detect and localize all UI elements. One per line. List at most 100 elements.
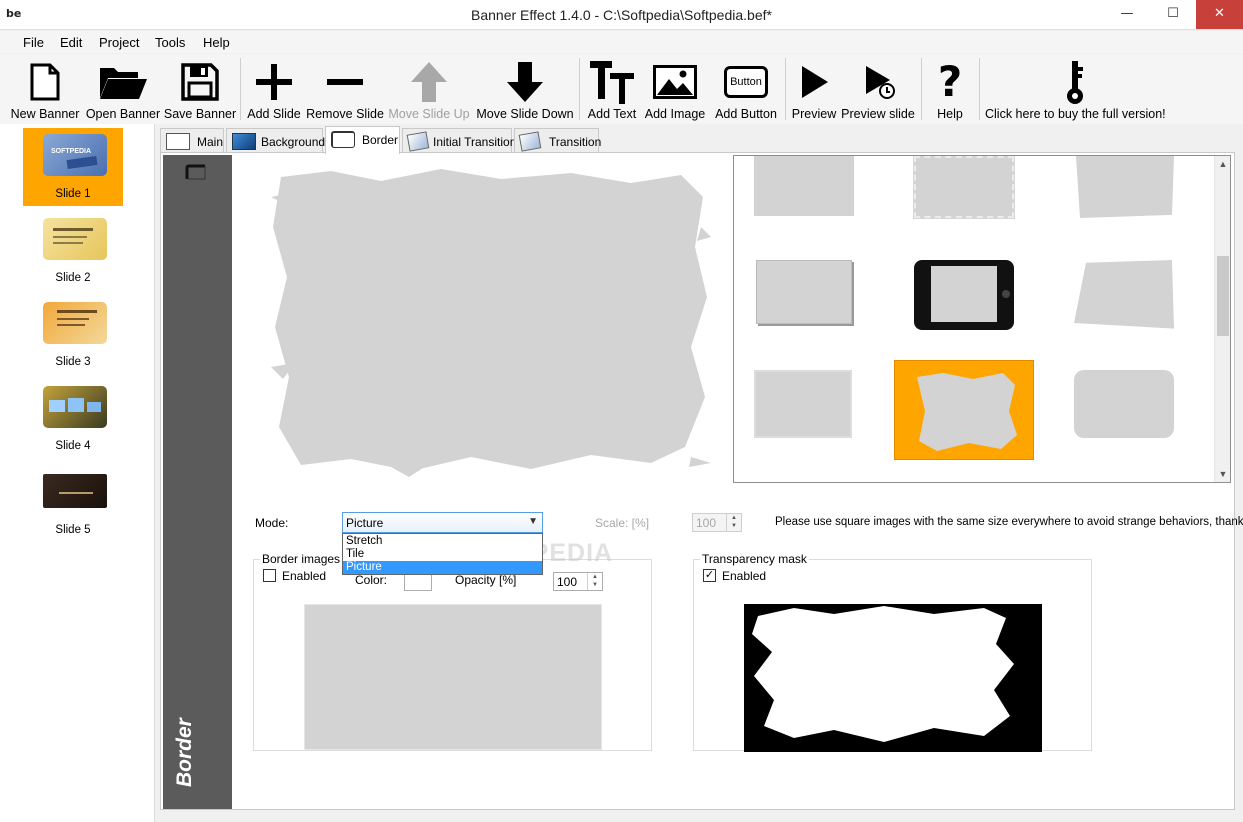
spinner-buttons[interactable]: ▲ ▼ xyxy=(726,514,741,531)
scale-label: Scale: [%] xyxy=(595,516,650,530)
gallery-tile-brush-top[interactable] xyxy=(754,156,854,216)
scroll-down-icon[interactable]: ▼ xyxy=(1215,466,1230,482)
slide-label: Slide 2 xyxy=(55,272,91,284)
border-image-preview xyxy=(304,604,602,750)
help-button[interactable]: ? Help xyxy=(932,56,968,124)
scroll-thumb[interactable] xyxy=(1217,256,1229,336)
border-frame-icon xyxy=(331,131,355,148)
remove-slide-label: Remove Slide xyxy=(306,107,384,121)
add-slide-button[interactable]: Add Slide xyxy=(247,56,301,124)
tab-background[interactable]: Background xyxy=(226,128,325,153)
hint-text: Please use square images with the same s… xyxy=(775,516,1243,528)
transparency-mask-enabled-checkbox[interactable]: ✓ xyxy=(703,569,716,582)
move-slide-up-label: Move Slide Up xyxy=(388,107,470,121)
mode-select[interactable]: Picture ▼ xyxy=(342,512,543,533)
slide-item-1[interactable]: SOFTPEDIA Slide 1 xyxy=(23,128,123,206)
add-image-button[interactable]: Add Image xyxy=(645,56,705,124)
preview-slide-button[interactable]: Preview slide xyxy=(841,56,915,124)
slide-thumbnail-line xyxy=(53,228,93,231)
tab-transition[interactable]: Transition xyxy=(514,128,601,153)
menu-edit[interactable]: Edit xyxy=(60,35,82,50)
mode-select-value: Picture xyxy=(346,516,384,530)
remove-slide-button[interactable]: Remove Slide xyxy=(306,56,384,124)
slide-item-5[interactable]: Slide 5 xyxy=(23,464,123,542)
side-banner: Border xyxy=(163,155,232,809)
add-button-button[interactable]: Button Add Button xyxy=(715,56,777,124)
border-gallery[interactable]: ▲ ▼ xyxy=(733,155,1231,483)
close-button[interactable]: ✕ xyxy=(1196,0,1243,29)
phone-screen xyxy=(931,266,997,322)
plus-icon xyxy=(250,60,298,104)
spin-down-icon[interactable]: ▼ xyxy=(727,522,741,530)
gallery-tile-corners[interactable] xyxy=(754,370,852,438)
spin-up-icon[interactable]: ▲ xyxy=(727,514,741,522)
border-preview xyxy=(271,167,711,477)
tab-initial-transition[interactable]: Initial Transition xyxy=(402,128,516,153)
slide-thumbnail-screen xyxy=(87,402,101,412)
slide-item-4[interactable]: Slide 4 xyxy=(23,380,123,458)
transition-icon xyxy=(406,131,430,152)
toolbar: New Banner Open Banner Save Banner Add S… xyxy=(0,54,1243,124)
new-banner-button[interactable]: New Banner xyxy=(11,56,79,124)
slide-thumbnail xyxy=(43,474,107,508)
move-slide-down-button[interactable]: Move Slide Down xyxy=(476,56,574,124)
add-text-button[interactable]: Add Text xyxy=(588,56,636,124)
menu-tools[interactable]: Tools xyxy=(155,35,185,50)
open-banner-label: Open Banner xyxy=(85,107,161,121)
preview-button[interactable]: Preview xyxy=(792,56,836,124)
gallery-tile-phone[interactable] xyxy=(914,260,1014,330)
tab-border[interactable]: Border xyxy=(325,126,400,154)
scale-spinner[interactable]: 100 ▲ ▼ xyxy=(692,513,742,532)
move-slide-up-button[interactable]: Move Slide Up xyxy=(388,56,470,124)
chevron-down-icon: ▼ xyxy=(528,516,538,527)
blank-page-icon xyxy=(166,133,190,150)
gallery-tile-brush-selected[interactable] xyxy=(894,360,1034,460)
brush-border-preview-image xyxy=(271,169,711,477)
slide-list: SOFTPEDIA Slide 1 Slide 2 Slide 3 Slide … xyxy=(0,124,155,822)
mode-option-stretch[interactable]: Stretch xyxy=(343,535,542,548)
spin-up-icon[interactable]: ▲ xyxy=(588,573,602,581)
border-images-title: Border images xyxy=(260,552,343,566)
spin-down-icon[interactable]: ▼ xyxy=(588,581,602,589)
border-images-enabled-checkbox[interactable] xyxy=(263,569,276,582)
question-mark-icon: ? xyxy=(937,57,963,106)
opacity-value: 100 xyxy=(557,575,578,589)
slide-item-2[interactable]: Slide 2 xyxy=(23,212,123,290)
maximize-button[interactable]: ☐ xyxy=(1150,0,1196,29)
menu-project[interactable]: Project xyxy=(99,35,139,50)
mode-option-picture[interactable]: Picture xyxy=(343,561,542,574)
gallery-tile-rough[interactable] xyxy=(1074,370,1174,438)
slide-thumbnail-line xyxy=(57,324,85,326)
menu-help[interactable]: Help xyxy=(203,35,230,50)
arrow-down-icon xyxy=(484,60,566,104)
gallery-scrollbar[interactable]: ▲ ▼ xyxy=(1214,156,1230,482)
gallery-tile-lace[interactable] xyxy=(913,156,1015,219)
slide-item-3[interactable]: Slide 3 xyxy=(23,296,123,374)
new-file-icon xyxy=(12,60,78,104)
menu-file[interactable]: File xyxy=(23,35,44,50)
scroll-up-icon[interactable]: ▲ xyxy=(1215,156,1230,172)
button-icon-text: Button xyxy=(724,66,768,98)
phone-home-button xyxy=(1002,290,1010,298)
tab-main[interactable]: Main xyxy=(160,128,224,153)
gallery-tile-photo[interactable] xyxy=(756,260,852,324)
mode-option-tile[interactable]: Tile xyxy=(343,548,542,561)
save-banner-button[interactable]: Save Banner xyxy=(164,56,236,124)
slide-thumbnail: SOFTPEDIA xyxy=(43,134,107,176)
help-label: Help xyxy=(937,107,963,121)
spinner-buttons[interactable]: ▲ ▼ xyxy=(587,573,602,590)
gallery-tile-skew[interactable] xyxy=(1076,156,1174,218)
background-image-icon xyxy=(232,133,256,150)
text-icon xyxy=(588,60,636,104)
slide-label: Slide 1 xyxy=(55,188,91,200)
opacity-spinner[interactable]: 100 ▲ ▼ xyxy=(553,572,603,591)
preview-label: Preview xyxy=(791,107,837,121)
image-icon xyxy=(651,60,699,104)
slide-thumbnail-text: SOFTPEDIA xyxy=(51,148,92,155)
slide-thumbnail xyxy=(43,218,107,260)
side-banner-title: Border xyxy=(173,718,196,787)
buy-full-version-button[interactable]: Click here to buy the full version! xyxy=(985,56,1166,124)
open-banner-button[interactable]: Open Banner xyxy=(86,56,160,124)
gallery-tile-trapezoid[interactable] xyxy=(1074,260,1174,329)
minimize-button[interactable]: — xyxy=(1104,0,1150,29)
